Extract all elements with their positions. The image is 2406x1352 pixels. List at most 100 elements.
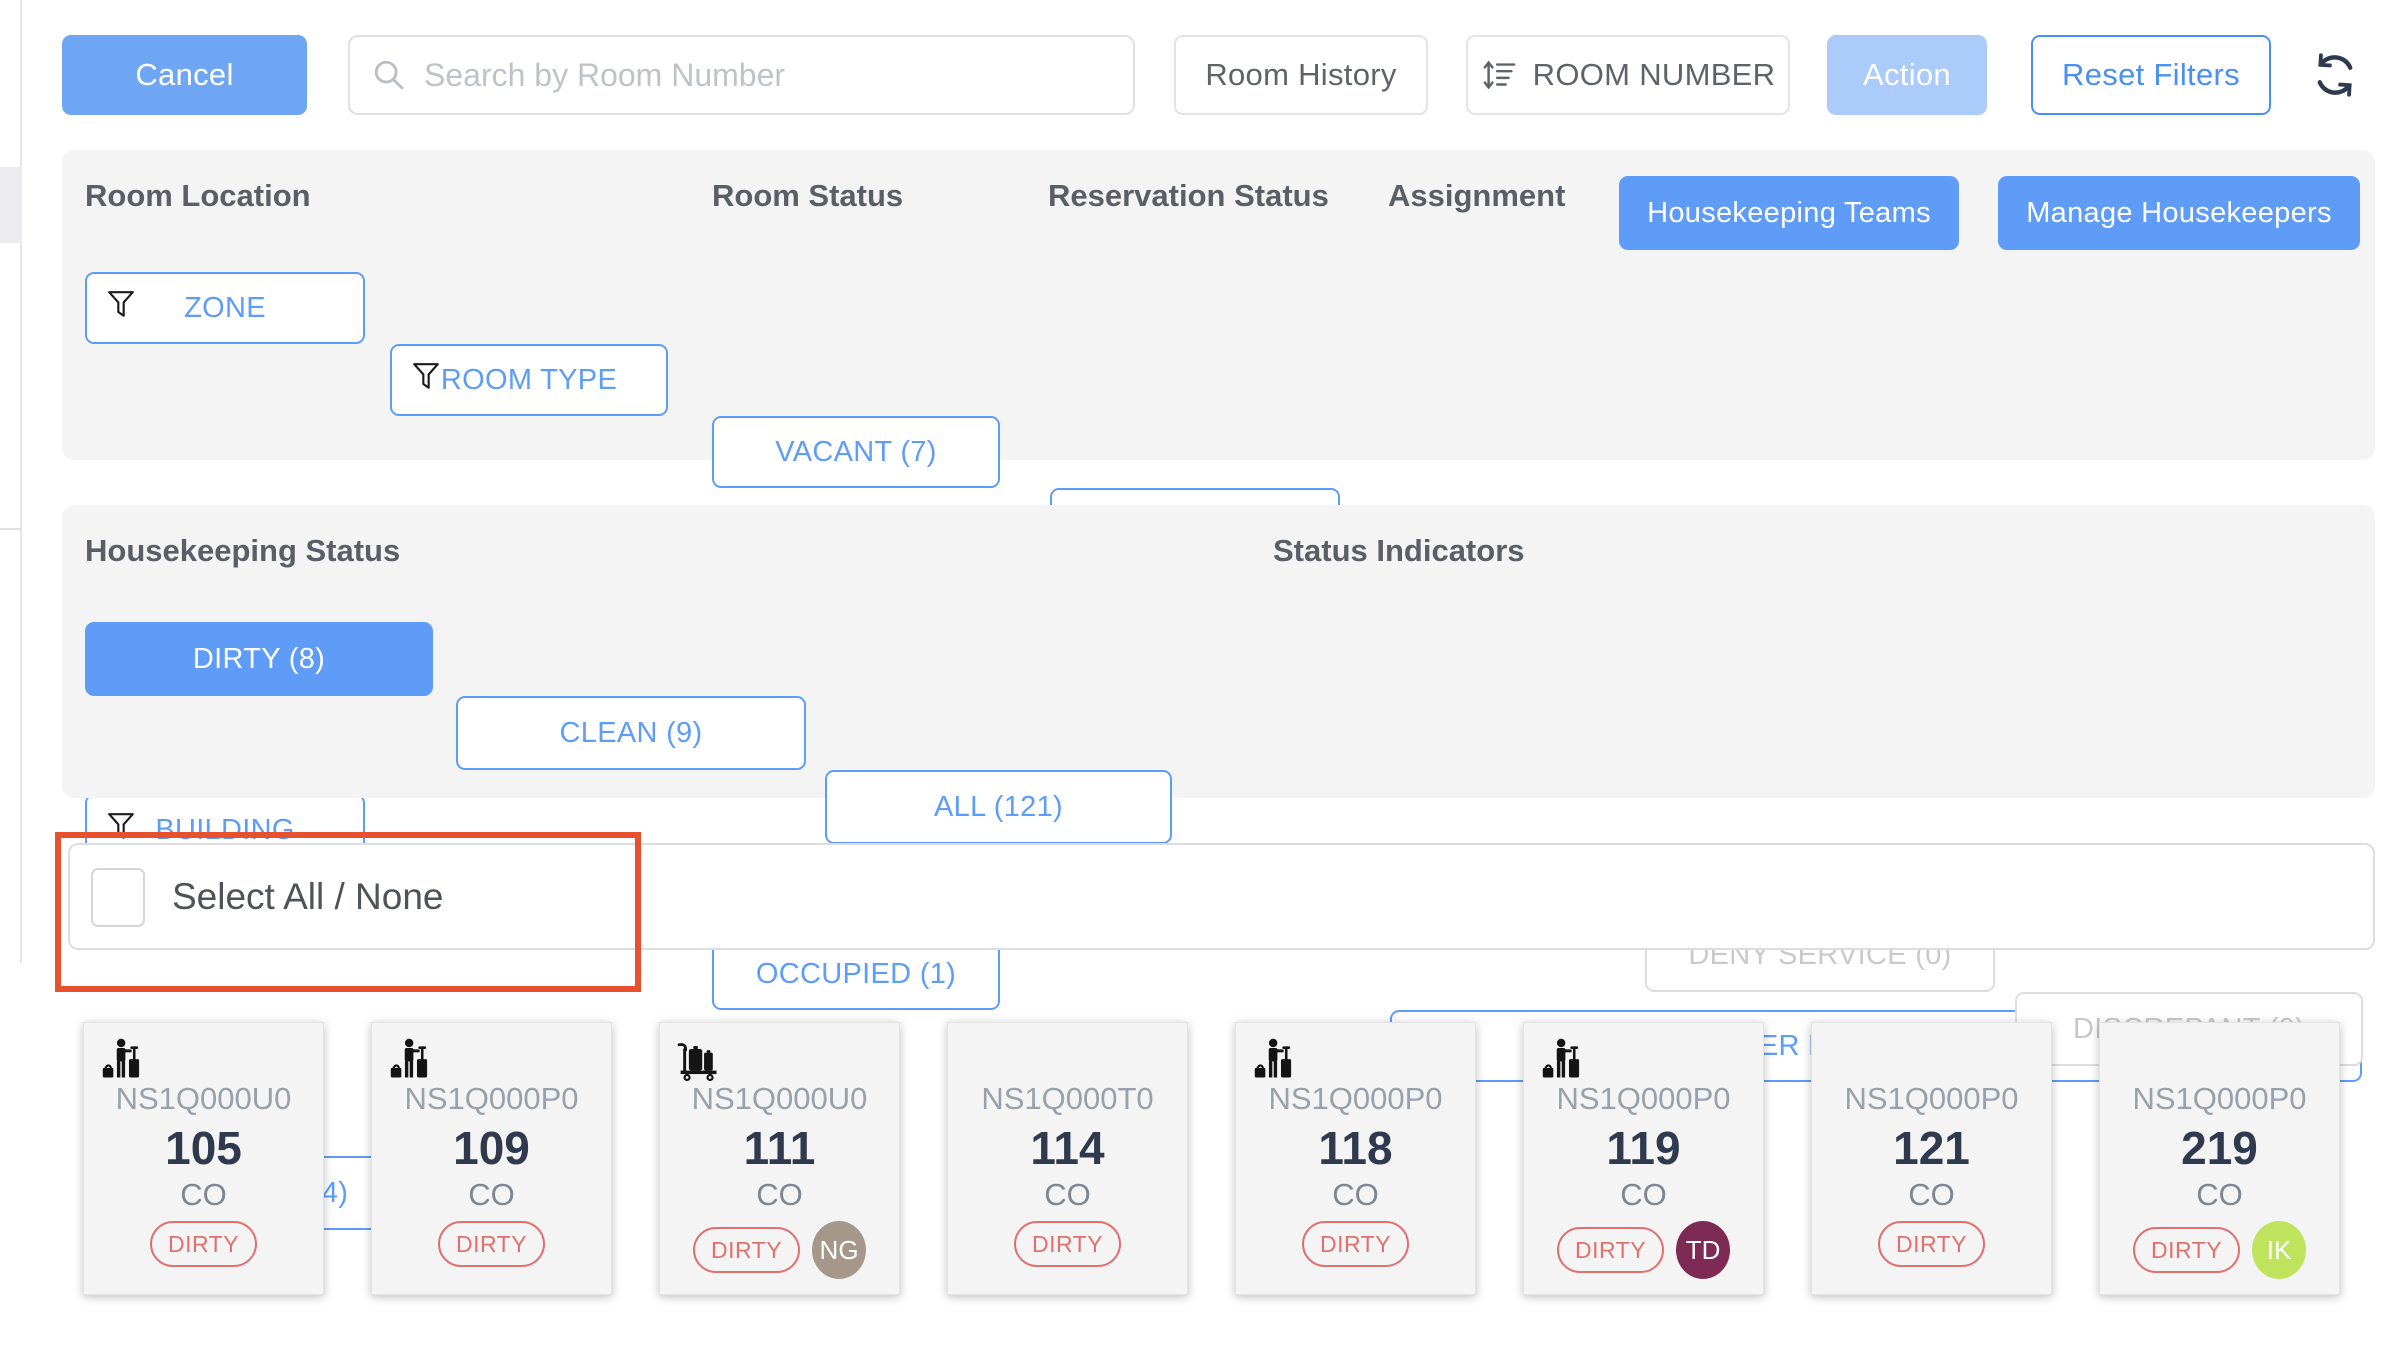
all-filter-button[interactable]: ALL (121) [825, 770, 1172, 844]
room-status-pill: DIRTY [1302, 1221, 1409, 1267]
vacant-filter-button[interactable]: VACANT (7) [712, 416, 1000, 488]
room-status-row: DIRTY [372, 1221, 611, 1267]
room-type-code: NS1Q000P0 [372, 1081, 611, 1117]
room-history-button[interactable]: Room History [1174, 35, 1428, 115]
zone-filter-label: ZONE [184, 292, 266, 325]
select-all-label: Select All / None [172, 876, 443, 918]
room-card[interactable]: NS1Q000P0 109 CO DIRTY [371, 1022, 612, 1295]
manage-housekeepers-button[interactable]: Manage Housekeepers [1998, 176, 2360, 250]
housekeeping-status-title: Housekeeping Status [85, 533, 400, 569]
building-filter-label: BUILDING [155, 814, 294, 847]
search-input[interactable] [422, 56, 1111, 95]
left-divider-tick [0, 528, 22, 530]
zone-filter-button[interactable]: ZONE [85, 272, 365, 344]
reservation-code: CO [2100, 1177, 2339, 1213]
housekeeping-teams-button[interactable]: Housekeeping Teams [1619, 176, 1959, 250]
room-location-title: Room Location [85, 178, 311, 214]
reservation-code: CO [1812, 1177, 2051, 1213]
refresh-icon[interactable] [2308, 48, 2362, 107]
room-status-pill: DIRTY [1878, 1221, 1985, 1267]
room-number: 111 [660, 1121, 899, 1175]
sort-by-button[interactable]: ROOM NUMBER [1466, 35, 1790, 115]
room-number: 109 [372, 1121, 611, 1175]
room-card[interactable]: NS1Q000P0 121 CO DIRTY [1811, 1022, 2052, 1295]
room-number: 118 [1236, 1121, 1475, 1175]
sort-by-label: ROOM NUMBER [1533, 57, 1776, 93]
room-card[interactable]: NS1Q000T0 114 CO DIRTY [947, 1022, 1188, 1295]
room-status-row: DIRTY [1236, 1221, 1475, 1267]
room-status-row: DIRTY [1812, 1221, 2051, 1267]
room-type-code: NS1Q000U0 [84, 1081, 323, 1117]
reset-filters-label: Reset Filters [2062, 57, 2240, 93]
reservation-code: CO [660, 1177, 899, 1213]
manage-housekeepers-label: Manage Housekeepers [2026, 197, 2332, 230]
room-number: 119 [1524, 1121, 1763, 1175]
housekeeper-badge: IK [2252, 1221, 2306, 1279]
room-type-filter-button[interactable]: ROOM TYPE [390, 344, 668, 416]
cancel-button[interactable]: Cancel [62, 35, 307, 115]
housekeeping-room-assignment-screen: Cancel Room History ROOM NUMBER [0, 0, 2406, 1352]
room-card[interactable]: NS1Q000P0 118 CO DIRTY [1235, 1022, 1476, 1295]
reservation-code: CO [372, 1177, 611, 1213]
reservation-code: CO [1236, 1177, 1475, 1213]
room-type-code: NS1Q000U0 [660, 1081, 899, 1117]
status-indicators-title: Status Indicators [1273, 533, 1525, 569]
room-status-pill: DIRTY [1557, 1227, 1664, 1273]
occupied-filter-label: OCCUPIED (1) [756, 958, 956, 991]
room-status-pill: DIRTY [150, 1221, 257, 1267]
reservation-status-title: Reservation Status [1048, 178, 1329, 214]
clean-filter-label: CLEAN (9) [560, 717, 703, 750]
reservation-code: CO [948, 1177, 1187, 1213]
room-type-code: NS1Q000P0 [1812, 1081, 2051, 1117]
room-status-title: Room Status [712, 178, 903, 214]
select-all-checkbox[interactable] [91, 868, 145, 927]
funnel-icon [412, 361, 440, 399]
dirty-filter-label: DIRTY (8) [193, 643, 325, 676]
filters-panel: Room Location Room Status Reservation St… [62, 150, 2375, 460]
sort-icon [1481, 56, 1519, 94]
housekeeping-teams-label: Housekeeping Teams [1647, 197, 1931, 230]
reset-filters-button[interactable]: Reset Filters [2031, 35, 2271, 115]
room-status-pill: DIRTY [2133, 1227, 2240, 1273]
room-card[interactable]: NS1Q000P0 219 CO DIRTY IK [2099, 1022, 2340, 1295]
room-type-code: NS1Q000P0 [1236, 1081, 1475, 1117]
room-status-pill: DIRTY [1014, 1221, 1121, 1267]
housekeeper-badge: NG [812, 1221, 866, 1279]
left-page-divider [0, 0, 22, 963]
clean-filter-button[interactable]: CLEAN (9) [456, 696, 806, 770]
room-status-row: DIRTY [948, 1221, 1187, 1267]
room-status-row: DIRTY NG [660, 1221, 899, 1279]
room-type-code: NS1Q000P0 [2100, 1081, 2339, 1117]
room-type-code: NS1Q000T0 [948, 1081, 1187, 1117]
search-input-container [348, 35, 1135, 115]
cancel-button-label: Cancel [135, 57, 233, 93]
action-button[interactable]: Action [1827, 35, 1987, 115]
reservation-code: CO [1524, 1177, 1763, 1213]
housekeeping-status-panel: Housekeeping Status Status Indicators DI… [62, 505, 2375, 798]
room-status-row: DIRTY IK [2100, 1221, 2339, 1279]
room-number: 105 [84, 1121, 323, 1175]
dirty-filter-button-selected[interactable]: DIRTY (8) [85, 622, 433, 696]
room-type-filter-label: ROOM TYPE [441, 364, 617, 397]
all-filter-label: ALL (121) [934, 791, 1063, 824]
room-status-row: DIRTY [84, 1221, 323, 1267]
room-history-label: Room History [1205, 57, 1396, 93]
room-status-pill: DIRTY [438, 1221, 545, 1267]
room-status-pill: DIRTY [693, 1227, 800, 1273]
room-type-code: NS1Q000P0 [1524, 1081, 1763, 1117]
funnel-icon [107, 289, 135, 327]
assignment-title: Assignment [1388, 178, 1565, 214]
room-card[interactable]: NS1Q000P0 119 CO DIRTY TD [1523, 1022, 1764, 1295]
room-status-row: DIRTY TD [1524, 1221, 1763, 1279]
left-sidebar-fragment [0, 167, 22, 243]
room-number: 121 [1812, 1121, 2051, 1175]
select-all-bar: Select All / None [68, 843, 2375, 950]
room-card[interactable]: NS1Q000U0 111 CO DIRTY NG [659, 1022, 900, 1295]
housekeeper-badge: TD [1676, 1221, 1730, 1279]
reservation-code: CO [84, 1177, 323, 1213]
vacant-filter-label: VACANT (7) [775, 436, 936, 469]
action-button-label: Action [1863, 57, 1951, 93]
room-number: 114 [948, 1121, 1187, 1175]
search-icon [372, 58, 406, 92]
room-card[interactable]: NS1Q000U0 105 CO DIRTY [83, 1022, 324, 1295]
